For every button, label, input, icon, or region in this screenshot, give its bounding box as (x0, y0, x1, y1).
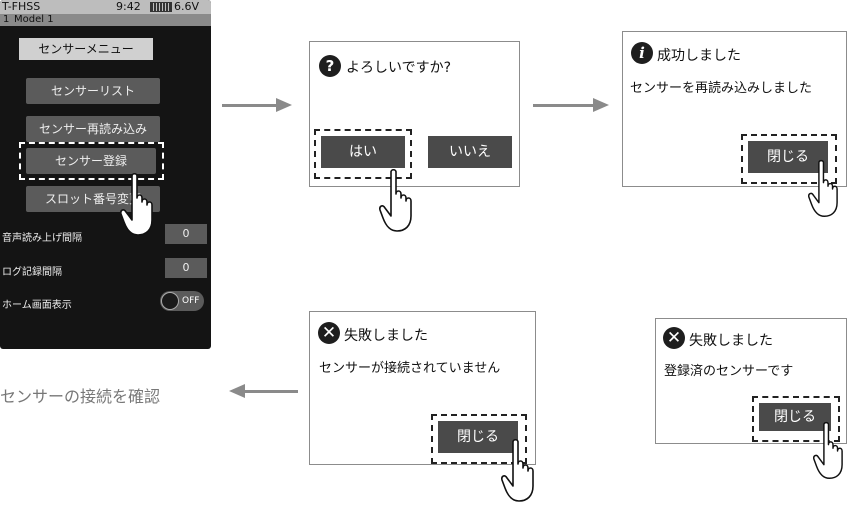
model-name: Model 1 (14, 14, 54, 25)
toggle-knob (161, 292, 179, 310)
no-button[interactable]: いいえ (428, 136, 512, 168)
pointing-hand-icon (808, 159, 838, 217)
transmitter-screen: T-FHSS 9:42 6.6V 1 Model 1 センサーメニュー センサー… (0, 0, 211, 349)
arrow-right-2-head (593, 98, 609, 112)
arrow-right-2 (533, 104, 595, 107)
fail-registered-message: 登録済のセンサーです (664, 364, 794, 379)
menu-title: センサーメニュー (19, 38, 153, 60)
fail-registered-title: 失敗しました (689, 333, 773, 349)
error-x-icon: ✕ (318, 322, 340, 344)
yes-button[interactable]: はい (321, 136, 405, 168)
model-bar: 1 Model 1 (0, 14, 211, 26)
confirm-dialog: ? よろしいですか? はい いいえ (309, 41, 520, 187)
voice-interval-value[interactable]: 0 (165, 224, 207, 244)
pointing-hand-icon (120, 172, 153, 236)
arrow-left-head (229, 384, 245, 398)
fail-connection-title: 失敗しました (344, 328, 428, 344)
info-icon: i (631, 42, 653, 64)
sensor-reload-button[interactable]: センサー再読み込み (26, 116, 160, 142)
success-title: 成功しました (657, 48, 741, 64)
clock: 9:42 (116, 0, 141, 13)
question-icon: ? (319, 55, 341, 77)
sensor-list-button[interactable]: センサーリスト (26, 78, 160, 104)
pointing-hand-icon (501, 438, 534, 502)
success-message: センサーを再読み込みしました (630, 81, 813, 96)
toggle-state: OFF (182, 296, 200, 306)
voice-interval-label: 音声読み上げ間隔 (2, 233, 82, 244)
log-interval-value[interactable]: 0 (165, 258, 207, 278)
pointing-hand-icon (813, 421, 843, 479)
arrow-right-1 (222, 104, 278, 107)
confirm-question: よろしいですか? (346, 60, 452, 76)
sensor-register-button[interactable]: センサー登録 (26, 148, 156, 174)
home-display-toggle[interactable]: OFF (160, 291, 204, 311)
arrow-right-1-head (276, 98, 292, 112)
error-x-icon: ✕ (663, 327, 685, 349)
model-code: T-FHSS (2, 0, 41, 13)
pointing-hand-icon (379, 168, 412, 232)
battery-icon (150, 2, 172, 12)
battery-indicator: 6.6V (150, 0, 199, 14)
model-number: 1 (3, 14, 10, 25)
log-interval-label: ログ記録間隔 (2, 267, 62, 278)
home-display-label: ホーム画面表示 (2, 300, 72, 311)
fail-connection-message: センサーが接続されていません (319, 361, 501, 376)
battery-voltage: 6.6V (174, 0, 200, 13)
arrow-left (244, 390, 298, 393)
check-connection-caption: センサーの接続を確認 (0, 387, 161, 406)
status-bar: T-FHSS 9:42 6.6V (0, 0, 211, 14)
